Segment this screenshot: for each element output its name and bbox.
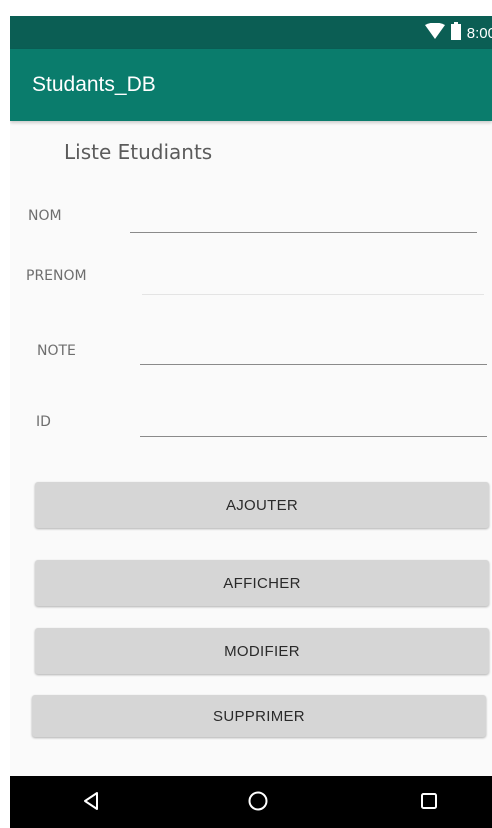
app-title: Studants_DB bbox=[32, 73, 156, 96]
status-bar: 8:00 bbox=[10, 16, 492, 49]
id-label: ID bbox=[36, 414, 51, 430]
id-input[interactable] bbox=[140, 410, 487, 436]
note-input-underline bbox=[140, 364, 487, 365]
modifier-button[interactable]: MODIFIER bbox=[35, 628, 489, 674]
prenom-input[interactable] bbox=[142, 268, 484, 294]
nom-input-underline bbox=[130, 232, 477, 233]
ajouter-button[interactable]: AJOUTER bbox=[35, 482, 489, 528]
afficher-button[interactable]: AFFICHER bbox=[35, 560, 489, 606]
nom-label: NOM bbox=[28, 208, 62, 224]
app-screen: 8:00 Studants_DB Liste Etudiants NOM PRE… bbox=[10, 16, 492, 828]
battery-icon bbox=[450, 22, 461, 44]
page-heading: Liste Etudiants bbox=[64, 140, 213, 164]
back-triangle-icon[interactable] bbox=[76, 786, 106, 816]
prenom-input-underline bbox=[142, 294, 484, 295]
navigation-bar bbox=[10, 776, 492, 828]
id-input-underline bbox=[140, 436, 487, 437]
wifi-icon bbox=[424, 22, 445, 43]
note-label: NOTE bbox=[37, 343, 76, 359]
note-input[interactable] bbox=[140, 338, 487, 364]
supprimer-button[interactable]: SUPPRIMER bbox=[32, 695, 486, 737]
prenom-label: PRENOM bbox=[26, 268, 87, 284]
home-circle-icon[interactable] bbox=[243, 786, 273, 816]
app-bar: Studants_DB bbox=[10, 49, 492, 121]
status-icons: 8:00 bbox=[424, 22, 492, 44]
status-time: 8:00 bbox=[466, 24, 492, 42]
recents-square-icon[interactable] bbox=[414, 786, 444, 816]
nom-input[interactable] bbox=[130, 206, 477, 232]
